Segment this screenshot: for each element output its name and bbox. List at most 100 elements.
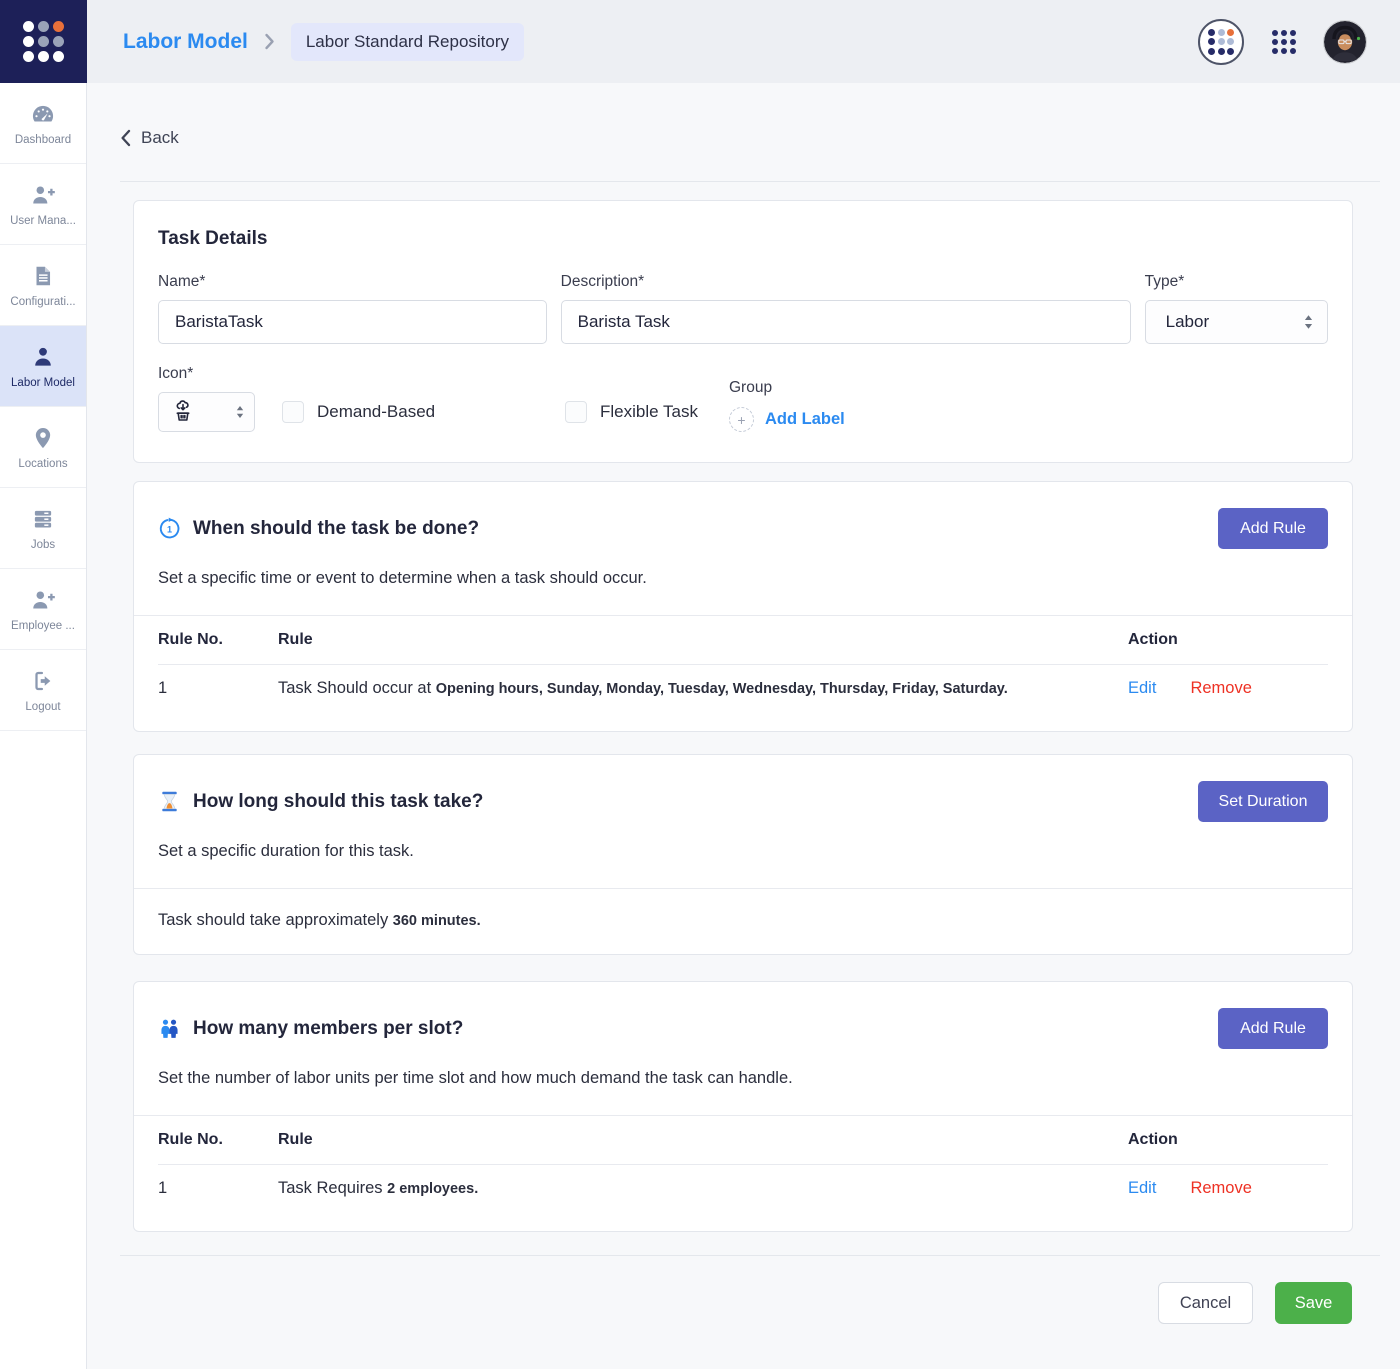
type-label: Type* <box>1145 273 1328 291</box>
top-header: Labor Model Labor Standard Repository <box>0 0 1400 83</box>
brand-dots-icon <box>1208 29 1234 55</box>
when-rules-table: Rule No. Rule Action 1 Task Should occur… <box>134 615 1352 731</box>
jobs-stack-icon <box>30 506 56 532</box>
demand-based-option: Demand-Based <box>282 392 565 432</box>
members-section-subtitle: Set the number of labor units per time s… <box>134 1049 1352 1115</box>
sidebar-item-label: Employee ... <box>11 620 75 632</box>
rule-detail: 2 employees. <box>387 1181 478 1197</box>
rule-number: 1 <box>158 1179 278 1198</box>
when-add-rule-button[interactable]: Add Rule <box>1218 508 1328 549</box>
sidebar-item-label: Configurati... <box>10 296 75 308</box>
flexible-task-option: Flexible Task <box>565 392 729 432</box>
sidebar-item-labor-model[interactable]: Labor Model <box>0 326 86 407</box>
apps-grid-icon[interactable] <box>1272 30 1296 54</box>
type-field-group: Type* Labor <box>1145 273 1328 344</box>
col-rule: Rule <box>278 1131 1128 1149</box>
sidebar-item-user-management[interactable]: User Mana... <box>0 164 86 245</box>
divider <box>120 181 1380 182</box>
rule-detail: Opening hours, Sunday, Monday, Tuesday, … <box>436 681 1008 697</box>
user-avatar[interactable] <box>1324 21 1366 63</box>
icon-field-group: Icon* <box>158 365 255 432</box>
flexible-task-checkbox[interactable] <box>565 401 587 423</box>
sidebar-item-configuration[interactable]: Configurati... <box>0 245 86 326</box>
rule-number: 1 <box>158 679 278 698</box>
table-row: 1 Task Should occur at Opening hours, Su… <box>158 665 1328 711</box>
sidebar-item-employee[interactable]: Employee ... <box>0 569 86 650</box>
when-section-title: When should the task be done? <box>193 518 479 540</box>
repeat-1-icon: 1 <box>158 517 181 540</box>
brand-dots-icon <box>23 21 64 62</box>
description-label: Description* <box>561 273 1131 291</box>
col-rule-no: Rule No. <box>158 631 278 649</box>
breadcrumb-current-chip: Labor Standard Repository <box>291 23 524 61</box>
set-duration-button[interactable]: Set Duration <box>1198 781 1328 822</box>
demand-based-label: Demand-Based <box>317 402 435 422</box>
brand-logo[interactable] <box>0 0 87 83</box>
select-caret-icon <box>236 406 244 418</box>
breadcrumb: Labor Model Labor Standard Repository <box>123 23 524 61</box>
user-add-icon <box>30 587 56 613</box>
dashboard-icon <box>30 101 56 127</box>
edit-link[interactable]: Edit <box>1128 1179 1156 1198</box>
icon-label: Icon* <box>158 365 255 383</box>
remove-link[interactable]: Remove <box>1190 679 1251 698</box>
members-section-title: How many members per slot? <box>193 1018 463 1040</box>
select-caret-icon <box>1304 315 1313 329</box>
avatar-image <box>1324 21 1366 63</box>
breadcrumb-labor-model[interactable]: Labor Model <box>123 30 248 54</box>
chevron-right-icon <box>264 33 275 50</box>
edit-link[interactable]: Edit <box>1128 679 1156 698</box>
save-button[interactable]: Save <box>1275 1282 1352 1324</box>
sidebar-item-label: Logout <box>25 701 60 713</box>
user-add-icon <box>30 182 56 208</box>
chevron-left-icon <box>120 129 131 147</box>
sidebar-item-label: Labor Model <box>11 377 75 389</box>
logout-icon <box>30 668 56 694</box>
rule-text: Task Should occur at Opening hours, Sund… <box>278 679 1128 698</box>
description-field-group: Description* <box>561 273 1131 344</box>
sidebar-item-logout[interactable]: Logout <box>0 650 86 731</box>
name-field-group: Name* <box>158 273 547 344</box>
name-input[interactable] <box>158 300 547 344</box>
members-icon <box>158 1017 181 1040</box>
when-section-card: 1 When should the task be done? Add Rule… <box>133 481 1353 732</box>
type-select-value: Labor <box>1166 312 1209 332</box>
icon-select[interactable] <box>158 392 255 432</box>
sidebar-item-dashboard[interactable]: Dashboard <box>0 83 86 164</box>
when-section-subtitle: Set a specific time or event to determin… <box>134 549 1352 615</box>
members-add-rule-button[interactable]: Add Rule <box>1218 1008 1328 1049</box>
person-icon <box>30 344 56 370</box>
duration-value: 360 minutes. <box>393 913 481 929</box>
sidebar-item-jobs[interactable]: Jobs <box>0 488 86 569</box>
document-icon <box>30 263 56 289</box>
col-rule-no: Rule No. <box>158 1131 278 1149</box>
divider <box>120 1255 1380 1256</box>
task-details-title: Task Details <box>158 228 1328 250</box>
sidebar-nav: Dashboard User Mana... Configurati... La… <box>0 83 87 1369</box>
demand-based-checkbox[interactable] <box>282 401 304 423</box>
sidebar-item-label: User Mana... <box>10 215 76 227</box>
back-label: Back <box>141 128 179 148</box>
duration-section-title: How long should this task take? <box>193 791 483 813</box>
back-button[interactable]: Back <box>120 128 179 148</box>
flexible-task-label: Flexible Task <box>600 402 698 422</box>
members-section-card: How many members per slot? Add Rule Set … <box>133 981 1353 1232</box>
description-input[interactable] <box>561 300 1131 344</box>
remove-link[interactable]: Remove <box>1190 1179 1251 1198</box>
brand-apps-button[interactable] <box>1198 19 1244 65</box>
task-details-card: Task Details Name* Description* Type* La… <box>133 200 1353 463</box>
location-pin-icon <box>30 425 56 451</box>
name-label: Name* <box>158 273 547 291</box>
sidebar-item-label: Jobs <box>31 539 55 551</box>
sidebar-item-locations[interactable]: Locations <box>0 407 86 488</box>
table-row: 1 Task Requires 2 employees. Edit Remove <box>158 1165 1328 1211</box>
members-rules-table: Rule No. Rule Action 1 Task Requires 2 e… <box>134 1115 1352 1231</box>
add-label-button[interactable]: + Add Label <box>729 407 845 432</box>
add-label-text: Add Label <box>765 410 845 429</box>
col-rule: Rule <box>278 631 1128 649</box>
svg-text:1: 1 <box>167 524 172 534</box>
duration-section-subtitle: Set a specific duration for this task. <box>134 822 1352 888</box>
duration-result: Task should take approximately 360 minut… <box>134 888 1352 954</box>
cancel-button[interactable]: Cancel <box>1158 1282 1253 1324</box>
type-select[interactable]: Labor <box>1145 300 1328 344</box>
